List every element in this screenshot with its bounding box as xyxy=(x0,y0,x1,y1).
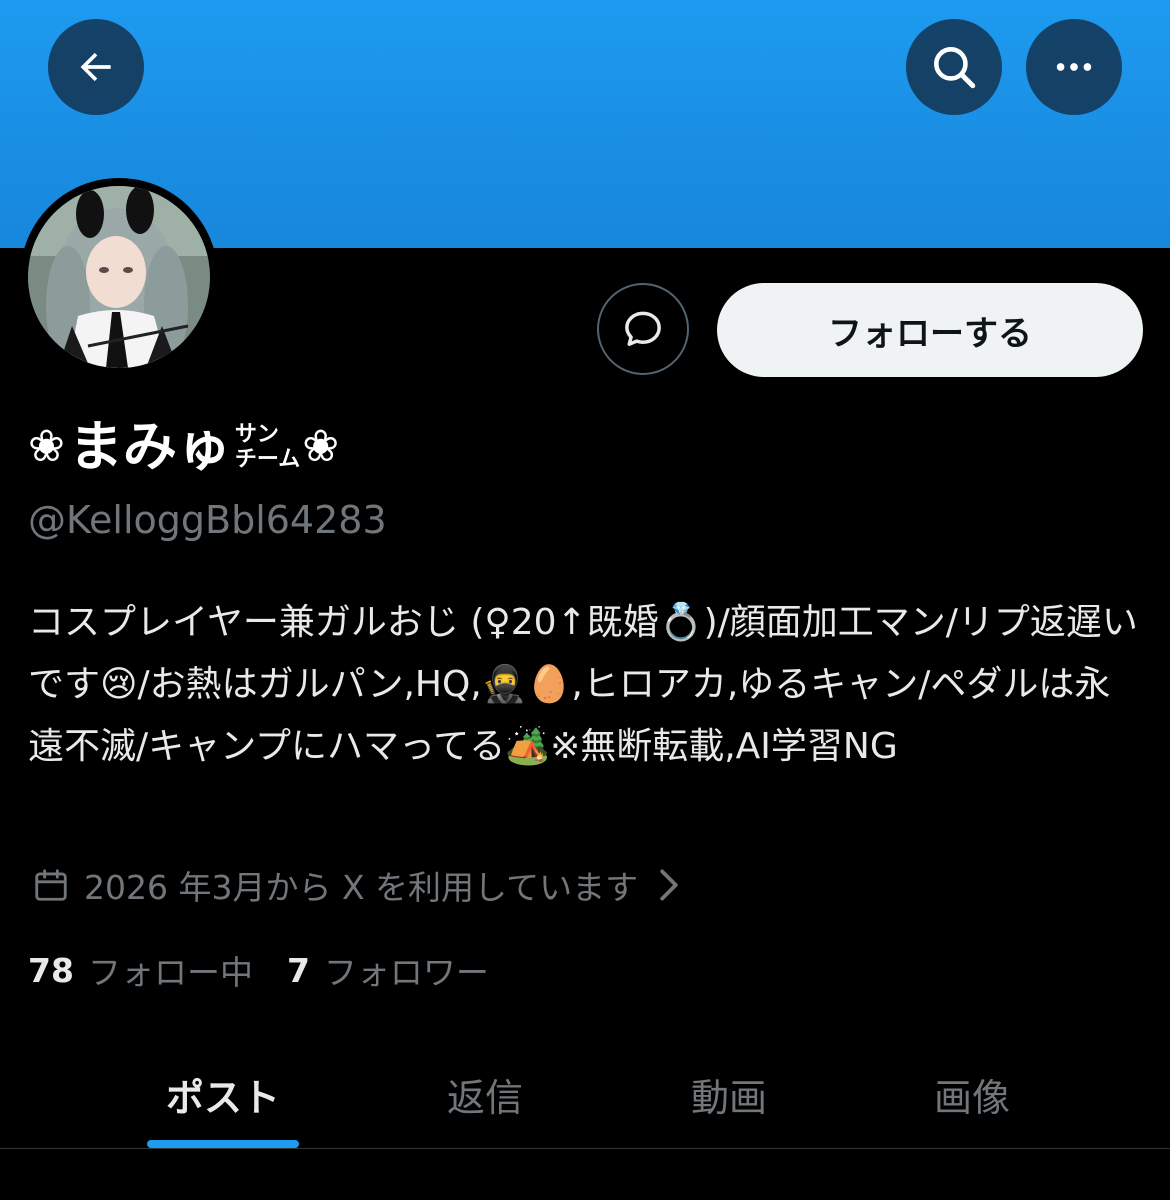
display-name-ruby-bottom: チーム xyxy=(234,447,301,472)
following-count[interactable]: 78 xyxy=(28,951,74,990)
display-name-text: まみゅ xyxy=(68,415,231,478)
tab-images[interactable]: 画像 xyxy=(826,1040,1118,1148)
follow-stats: 78 フォロー中 7 フォロワー xyxy=(28,946,523,994)
flower-icon: ❀ xyxy=(302,421,340,472)
follow-button[interactable]: フォローする xyxy=(717,283,1143,377)
user-handle: @KelloggBbl64283 xyxy=(28,498,387,542)
display-name-ruby: サン チーム xyxy=(235,422,300,473)
followers-label[interactable]: フォロワー xyxy=(324,946,489,994)
flower-icon: ❀ xyxy=(28,421,65,472)
followers-count[interactable]: 7 xyxy=(287,951,310,990)
avatar[interactable] xyxy=(20,178,218,376)
active-tab-indicator xyxy=(147,1140,299,1148)
message-bubble-icon xyxy=(625,311,661,346)
search-button[interactable] xyxy=(906,19,1002,115)
tab-posts[interactable]: ポスト xyxy=(77,1040,369,1148)
arrow-left-icon xyxy=(80,52,111,82)
message-button[interactable] xyxy=(597,283,689,375)
profile-tabs: ポスト 返信 動画 画像 xyxy=(0,1040,1170,1149)
calendar-icon xyxy=(35,869,67,901)
more-horizontal-icon xyxy=(1056,63,1092,71)
display-name-ruby-top: サン xyxy=(234,421,279,447)
following-label[interactable]: フォロー中 xyxy=(88,946,253,994)
more-button[interactable] xyxy=(1026,19,1122,115)
display-name: ❀ まみゅ サン チーム ❀ xyxy=(28,412,339,482)
joined-date-text: 2026 年3月から X を利用しています xyxy=(84,868,639,907)
joined-date[interactable]: 2026 年3月から X を利用しています xyxy=(32,862,682,908)
chevron-right-icon xyxy=(660,869,678,901)
back-button[interactable] xyxy=(48,19,144,115)
profile-bio: コスプレイヤー兼ガルおじ (♀20↑既婚💍)/顔面加工マン/リプ返遅いです😢/お… xyxy=(28,602,1138,767)
search-icon xyxy=(934,47,976,89)
avatar-image xyxy=(28,186,210,368)
